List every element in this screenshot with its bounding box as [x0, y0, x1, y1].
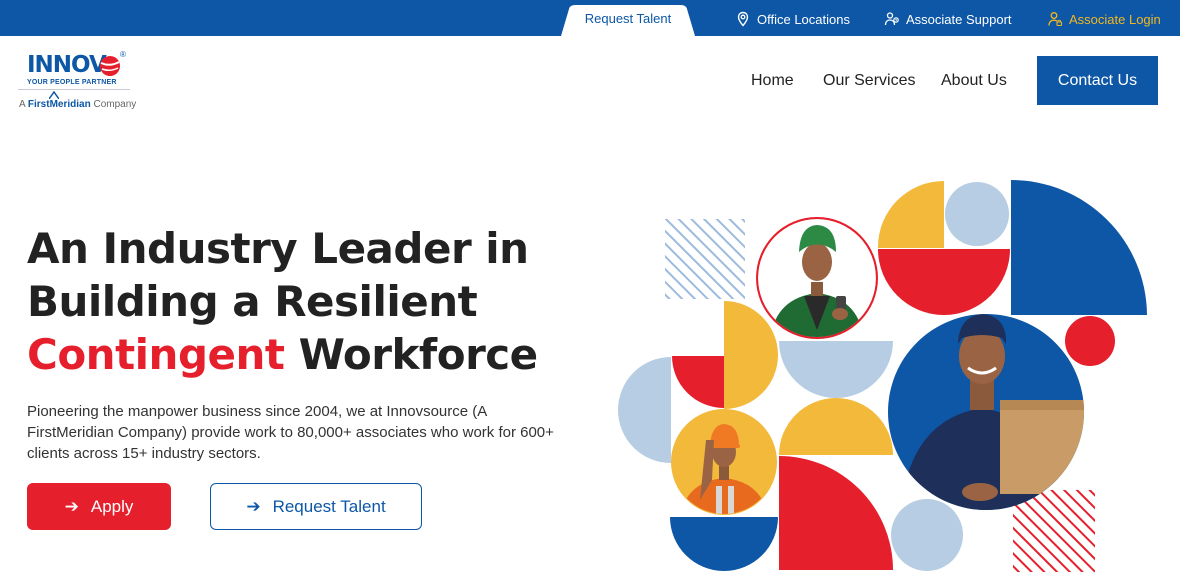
shape-yellow-half — [724, 301, 778, 409]
logo-company-line: A FirstMeridian Company — [19, 99, 136, 110]
shape-blue-half — [670, 517, 778, 571]
hero-title-line3: Workforce — [284, 330, 539, 379]
person-delivery-photo — [888, 314, 1084, 510]
person-rider-photo — [756, 217, 878, 339]
top-utility-bar: Request Talent Office Locations Associat… — [0, 0, 1180, 36]
shape-red-dot — [1065, 316, 1115, 366]
hero-title-line2: Building a Resilient — [27, 277, 478, 326]
associate-support-link[interactable]: Associate Support — [884, 10, 1012, 28]
arrow-right-icon: ➔ — [246, 496, 261, 516]
nav-our-services[interactable]: Our Services — [823, 72, 915, 90]
request-talent-tab[interactable]: Request Talent — [561, 5, 695, 36]
request-talent-button[interactable]: ➔ Request Talent — [210, 483, 422, 530]
nav-about-us[interactable]: About Us — [941, 72, 1007, 90]
location-pin-icon — [737, 11, 749, 27]
shape-lightblue-half — [618, 357, 671, 463]
office-locations-label: Office Locations — [757, 11, 850, 27]
innov-logo[interactable]: INNOV ® YOUR PEOPLE PARTNER A FirstMerid… — [18, 48, 138, 114]
associate-login-label: Associate Login — [1069, 11, 1161, 27]
shape-lightblue-circle — [945, 182, 1009, 246]
shape-red-quarter — [672, 356, 724, 408]
support-people-icon — [884, 12, 899, 26]
office-locations-link[interactable]: Office Locations — [735, 10, 850, 28]
hatch-pattern-blue — [665, 219, 745, 299]
hero-illustration — [618, 180, 1147, 572]
hatch-pattern-red — [1013, 490, 1095, 572]
shape-red-bowl — [878, 249, 1010, 315]
person-worker-photo — [671, 409, 777, 515]
hero-description: Pioneering the manpower business since 2… — [27, 403, 554, 462]
shape-yellow-quarter — [877, 181, 944, 248]
hero-title-highlight: Contingent — [27, 330, 285, 379]
associate-login-link[interactable]: Associate Login — [1047, 10, 1161, 28]
logo-tagline: YOUR PEOPLE PARTNER — [27, 79, 117, 86]
associate-support-label: Associate Support — [906, 11, 1012, 27]
logo-globe-icon — [100, 56, 120, 76]
logo-divider — [18, 89, 130, 90]
request-talent-button-label: Request Talent — [272, 496, 386, 516]
nav-home[interactable]: Home — [751, 72, 794, 90]
registered-mark: ® — [120, 50, 126, 59]
shape-blue-large-quarter — [1011, 180, 1147, 315]
shape-lightblue-bowl — [779, 341, 893, 398]
contact-us-button[interactable]: Contact Us — [1037, 56, 1158, 105]
logo-company-brand: FirstMeridian — [27, 99, 91, 110]
hero-title-line1: An Industry Leader in — [27, 224, 529, 273]
arrow-right-icon: ➔ — [64, 496, 79, 516]
shape-yellow-dome — [779, 398, 893, 455]
user-login-icon — [1048, 12, 1063, 27]
request-talent-tab-label: Request Talent — [584, 11, 672, 26]
logo-wordmark: INNOV — [27, 52, 107, 78]
hero-title: An Industry Leader in Building a Resilie… — [27, 222, 587, 381]
logo-company-prefix: A — [19, 99, 26, 110]
logo-company-suffix: Company — [93, 99, 137, 110]
apply-button[interactable]: ➔ Apply — [27, 483, 171, 530]
shape-lightblue-small-circle — [891, 499, 963, 571]
logo-roof-icon — [49, 91, 59, 99]
apply-button-label: Apply — [90, 496, 134, 516]
shape-red-large-quarter — [779, 456, 893, 570]
